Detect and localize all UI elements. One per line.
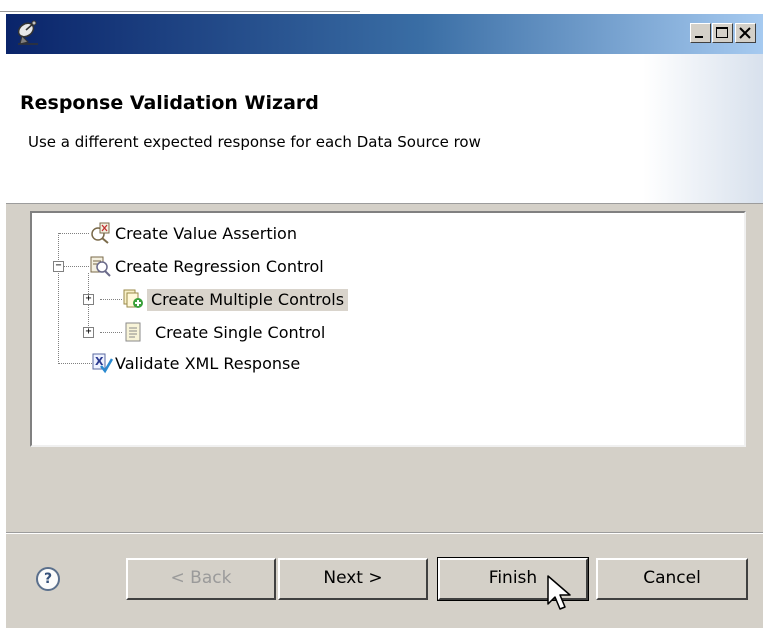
- tree-item-validate-xml-response[interactable]: Validate XML Response: [115, 353, 300, 375]
- collapse-toggle[interactable]: −: [53, 261, 64, 272]
- tree-connector: [59, 233, 89, 234]
- tool-tree[interactable]: Create Value Assertion − Create Regressi…: [30, 211, 746, 447]
- tree-item-create-multiple-controls[interactable]: Create Multiple Controls: [147, 289, 349, 311]
- tree-connector: [100, 299, 122, 300]
- button-bar-divider: [6, 533, 763, 534]
- cancel-button[interactable]: Cancel: [596, 558, 748, 600]
- value-assertion-icon: [91, 222, 110, 244]
- close-icon: [739, 27, 751, 39]
- expand-toggle[interactable]: +: [83, 294, 94, 305]
- minimize-icon: [695, 36, 703, 38]
- wizard-window: Response Validation Wizard Use a differe…: [6, 14, 763, 628]
- regression-control-icon: [90, 256, 111, 277]
- tree-connector: [58, 233, 59, 364]
- expand-toggle[interactable]: +: [83, 327, 94, 338]
- page-description: Use a different expected response for ea…: [28, 133, 481, 151]
- maximize-button[interactable]: [712, 23, 733, 43]
- tree-connector: [100, 332, 122, 333]
- close-button[interactable]: [735, 23, 756, 43]
- help-button[interactable]: ?: [36, 567, 60, 591]
- tree-item-create-value-assertion[interactable]: Create Value Assertion: [115, 223, 297, 245]
- mouse-pointer-icon: [547, 575, 571, 610]
- title-bar[interactable]: [6, 14, 763, 54]
- tree-item-create-single-control[interactable]: Create Single Control: [155, 322, 325, 344]
- header-gradient: [643, 54, 763, 203]
- satellite-dish-icon: [17, 20, 38, 45]
- minimize-button[interactable]: [690, 23, 711, 43]
- svg-text:X: X: [95, 355, 104, 368]
- tree-connector: [64, 266, 89, 267]
- xml-validate-icon: X: [92, 353, 113, 374]
- wizard-header: Response Validation Wizard Use a differe…: [6, 54, 763, 204]
- divider: [0, 11, 360, 12]
- next-button[interactable]: Next >: [278, 558, 428, 600]
- page-title: Response Validation Wizard: [20, 92, 319, 114]
- tree-connector: [59, 363, 94, 364]
- background-strip: [0, 0, 763, 14]
- tree-item-create-regression-control[interactable]: Create Regression Control: [115, 256, 324, 278]
- back-button[interactable]: < Back: [126, 558, 276, 600]
- multiple-controls-icon: [123, 289, 143, 308]
- maximize-icon: [716, 27, 728, 38]
- single-control-icon: [125, 322, 141, 342]
